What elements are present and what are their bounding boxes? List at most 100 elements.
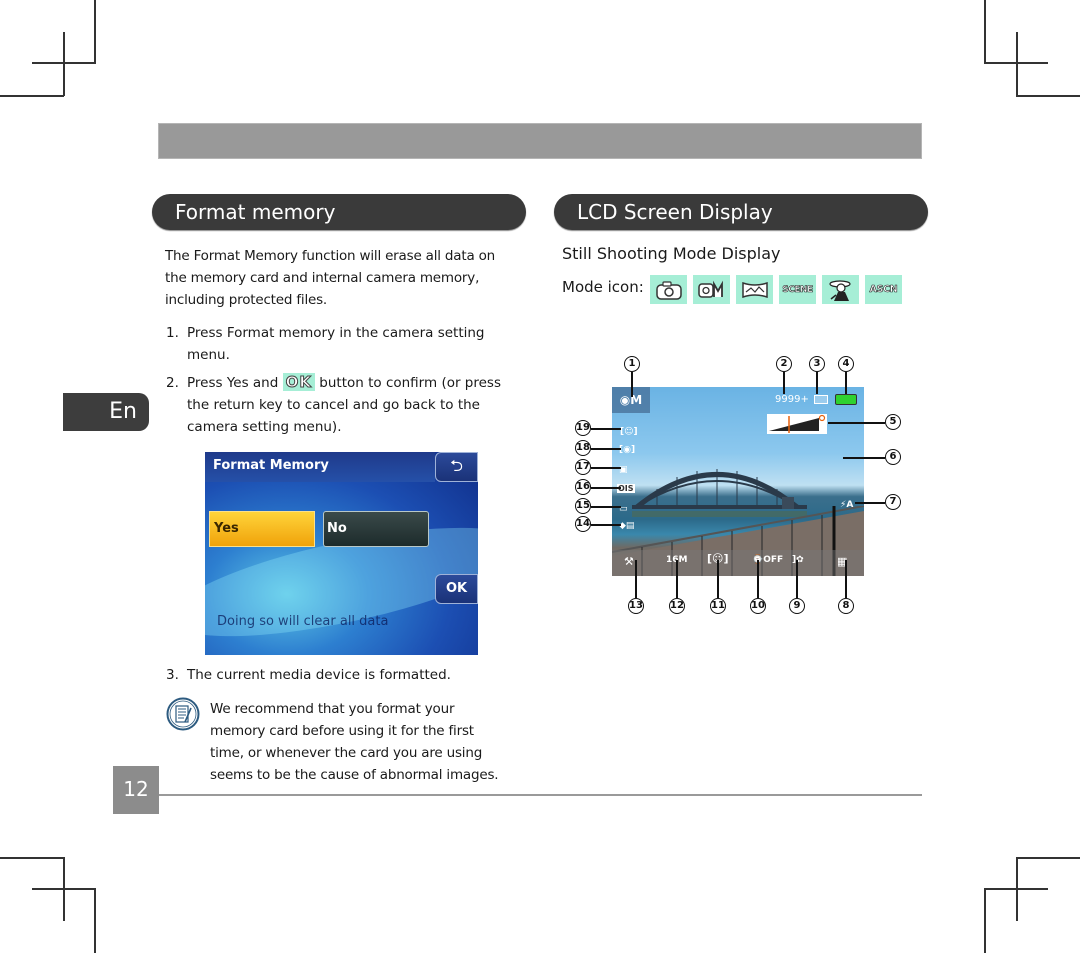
callout-leader-line [845, 560, 847, 598]
callout-number-5: 5 [885, 414, 901, 430]
page-number: 12 [113, 766, 159, 814]
callout-leader-line [845, 372, 847, 394]
step-line: the return key to cancel and go back to … [187, 397, 480, 413]
callout-number-2: 2 [776, 356, 792, 372]
callout-leader-line [843, 457, 885, 459]
callout-leader-line [816, 372, 818, 394]
step-line: camera setting menu). [187, 419, 342, 435]
shots-remaining: 9999+ [775, 394, 809, 405]
note-line: We recommend that you format your [210, 701, 455, 717]
crop-mark [984, 0, 986, 63]
footer-rule [159, 794, 922, 796]
zoom-bar [767, 414, 827, 434]
section-title-lcd-display: LCD Screen Display [554, 194, 928, 230]
intro-line: including protected files. [165, 292, 328, 308]
intro-paragraph: The Format Memory function will erase al… [165, 245, 495, 311]
callout-leader-line [591, 487, 621, 489]
callout-leader-line [783, 372, 785, 394]
callout-number-19: 19 [575, 420, 591, 436]
panorama-icon [736, 275, 773, 304]
step-number: 3. [166, 667, 179, 683]
callout-number-15: 15 [575, 498, 591, 514]
callout-leader-line [591, 448, 621, 450]
auto-scene-icon-text: ASCN [869, 284, 898, 296]
callout-leader-line [591, 467, 621, 469]
callout-leader-line [757, 560, 759, 598]
crop-mark [1016, 95, 1080, 97]
crop-mark [94, 888, 96, 953]
crop-mark [63, 32, 65, 96]
callout-leader-line [717, 560, 719, 598]
callout-leader-line [591, 428, 621, 430]
callout-number-8: 8 [838, 598, 854, 614]
callout-leader-line [591, 524, 621, 526]
portrait-scene-icon [822, 275, 859, 304]
screen-title-bar: Format Memory [205, 452, 435, 482]
callout-number-16: 16 [575, 479, 591, 495]
return-arrow-icon[interactable]: ⮌ [435, 452, 478, 482]
crop-mark [32, 888, 96, 890]
crop-mark [94, 0, 96, 63]
no-button[interactable]: No [323, 511, 429, 547]
section-title-format-memory: Format memory [152, 194, 526, 230]
callout-leader-line [591, 506, 621, 508]
battery-icon [835, 394, 857, 405]
yes-button[interactable]: Yes [209, 511, 315, 547]
manual-camera-icon [693, 275, 730, 304]
step-number: 1. [166, 325, 179, 341]
step-line: button to confirm (or press [319, 375, 502, 391]
callout-number-14: 14 [575, 516, 591, 532]
crop-mark [984, 888, 1048, 890]
callout-number-1: 1 [624, 356, 640, 372]
intro-line: The Format Memory function will erase al… [165, 248, 496, 264]
screen-title: Format Memory [213, 458, 329, 473]
ok-button[interactable]: OK [435, 574, 478, 604]
note-line: seems to be the cause of abnormal images… [210, 767, 499, 783]
callout-number-13: 13 [628, 598, 644, 614]
callout-leader-line [828, 422, 885, 424]
lcd-bottom-toolbar [612, 550, 864, 576]
scene-icon-text: SCENE [782, 284, 814, 295]
stabilizer-indicator: OIS [617, 484, 635, 493]
callout-leader-line [635, 560, 637, 598]
auto-scene-icon: ASCN [865, 275, 902, 304]
callout-leader-line [676, 560, 678, 598]
format-memory-screenshot: Format Memory ⮌ Yes No OK Doing so will … [205, 452, 478, 655]
settings-icon: ⚒ [624, 555, 634, 568]
flash-indicator: ⚡A [840, 500, 854, 510]
step-line: menu. [187, 347, 230, 363]
callout-number-11: 11 [710, 598, 726, 614]
exposure-icon: ◆▤ [619, 521, 635, 531]
crop-mark [1016, 32, 1018, 96]
crop-mark [1016, 857, 1080, 859]
callout-number-10: 10 [750, 598, 766, 614]
note-line: time, or whenever the card you are using [210, 745, 483, 761]
subheading: Still Shooting Mode Display [562, 244, 781, 263]
callout-number-9: 9 [789, 598, 805, 614]
callout-number-6: 6 [885, 449, 901, 465]
intro-line: the memory card and internal camera memo… [165, 270, 480, 286]
macro-icon: ]✿ [792, 555, 804, 565]
memory-card-icon [814, 395, 828, 404]
callout-number-4: 4 [838, 356, 854, 372]
callout-leader-line [855, 502, 885, 504]
callout-number-18: 18 [575, 440, 591, 456]
mode-icon-label: Mode icon: [562, 278, 644, 296]
header-bar [158, 123, 922, 159]
step-number: 2. [166, 375, 179, 391]
scene-icon: SCENE [779, 275, 816, 304]
lcd-screen-illustration: ◉M 9999+ ⚡A OIS [☺] [◉] ▣ ▭ ◆▤ ⚒ 16M [☺]… [612, 387, 864, 576]
crop-mark [984, 888, 986, 953]
callout-number-3: 3 [809, 356, 825, 372]
mode-icon-list: SCENE ASCN [650, 275, 902, 304]
callout-leader-line [796, 560, 798, 598]
screen-message: Doing so will clear all data [217, 614, 389, 629]
step-line: The current media device is formatted. [187, 667, 451, 683]
af-mode-icon: [◉] [619, 445, 636, 455]
note-line: memory card before using it for the firs… [210, 723, 474, 739]
step-line: Press Format memory in the camera settin… [187, 325, 485, 341]
auto-camera-icon [650, 275, 687, 304]
step-line: Press Yes and [187, 375, 279, 391]
note-icon [166, 697, 200, 731]
crop-mark [0, 857, 64, 859]
